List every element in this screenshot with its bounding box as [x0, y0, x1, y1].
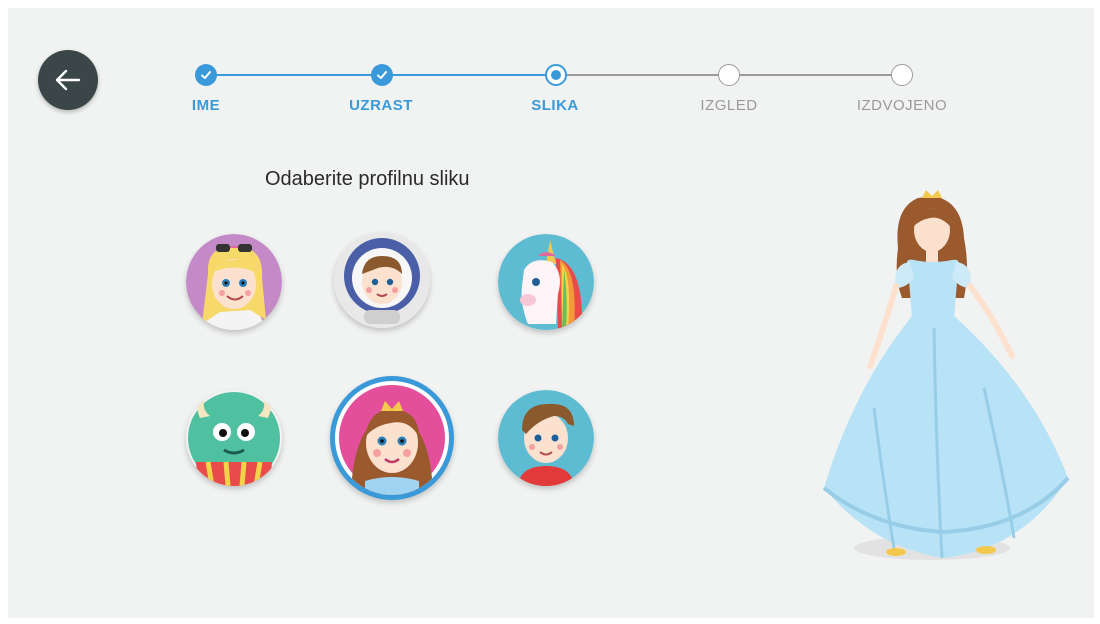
step-connector — [738, 74, 898, 76]
avatar-girl-sunglasses[interactable] — [186, 234, 282, 330]
avatar-unicorn[interactable] — [498, 234, 594, 330]
avatar-boy[interactable] — [498, 390, 594, 486]
step-3-current-dot — [545, 64, 567, 86]
step-connector — [566, 74, 728, 76]
progress-stepper: IME UZRAST SLIKA IZGLED IZDVOJENO — [8, 8, 1094, 128]
avatar-astronaut-boy[interactable] — [334, 232, 430, 328]
checkmark-icon — [201, 71, 211, 79]
checkmark-icon — [377, 71, 387, 79]
screen: IME UZRAST SLIKA IZGLED IZDVOJENO Odaber… — [8, 8, 1094, 618]
page-title: Odaberite profilnu sliku — [265, 168, 470, 190]
step-4-dot — [718, 64, 740, 86]
step-5-dot — [891, 64, 913, 86]
step-label-slika: SLIKA — [531, 97, 579, 114]
step-1-done-dot — [195, 64, 217, 86]
step-label-ime: IME — [191, 97, 221, 114]
step-label-izgled: IZGLED — [700, 97, 758, 114]
step-label-izdvojeno: IZDVOJENO — [856, 97, 948, 114]
step-label-uzrast: UZRAST — [349, 97, 413, 114]
step-connector — [216, 74, 384, 76]
princess-illustration — [822, 190, 1070, 560]
step-connector — [392, 74, 556, 76]
avatar-green-monster[interactable] — [186, 390, 282, 486]
avatar-princess-selected[interactable] — [330, 376, 454, 500]
step-2-done-dot — [371, 64, 393, 86]
